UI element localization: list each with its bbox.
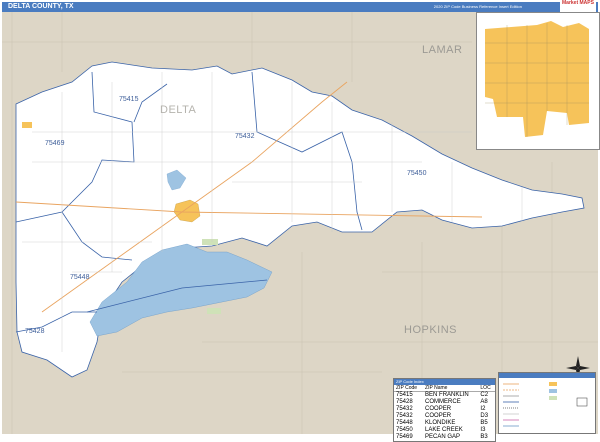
name-cell: LAKE CREEK — [425, 427, 463, 433]
loc-cell: D3 — [480, 413, 489, 419]
loc-cell: B5 — [480, 420, 488, 426]
table-row: 75428 COMMERCE A8 — [394, 399, 495, 406]
zip-cell: 75432 — [396, 413, 413, 419]
park-2 — [207, 308, 221, 314]
name-cell: COOPER — [425, 413, 452, 419]
zip-cell: 75450 — [396, 427, 413, 433]
zip-label: 75469 — [45, 140, 65, 147]
zip-code-index-table: ZIP Code Index ZIP Code ZIP Name LOC 754… — [393, 378, 496, 442]
loc-cell: I3 — [480, 427, 486, 433]
name-cell: PECAN GAP — [425, 434, 461, 440]
title-bar: DELTA COUNTY, TX 2020 ZIP Code Business … — [2, 2, 598, 12]
zip-cell: 75432 — [396, 406, 413, 412]
inset-map[interactable] — [476, 12, 600, 150]
edition-label: 2020 ZIP Code Business Reference Insert … — [433, 4, 522, 9]
table-row: 75432 COOPER I2 — [394, 406, 495, 413]
table-row: 75469 PECAN GAP B3 — [394, 434, 495, 441]
loc-cell: A8 — [480, 399, 488, 405]
county-label-lamar: LAMAR — [422, 44, 463, 56]
zip-cell: 75448 — [396, 420, 413, 426]
name-cell: COMMERCE — [425, 399, 461, 405]
zip-cell: 75428 — [396, 399, 413, 405]
loc-cell: I2 — [480, 406, 486, 412]
zip-label: 75428 — [25, 328, 45, 335]
name-cell: KLONDIKE — [425, 420, 456, 426]
zip-label: 75432 — [235, 133, 255, 140]
inset-graphic — [477, 13, 599, 149]
zip-cell: 75415 — [396, 392, 413, 398]
table-row: 75432 COOPER D3 — [394, 413, 495, 420]
table-row: 75450 LAKE CREEK I3 — [394, 427, 495, 434]
map-frame: DELTA COUNTY, TX 2020 ZIP Code Business … — [0, 0, 600, 442]
table-row: 75415 BEN FRANKLIN C2 — [394, 392, 495, 400]
brand-logo-text: Market MAPS — [562, 0, 594, 6]
name-cell: BEN FRANKLIN — [425, 392, 469, 398]
table-row: 75448 KLONDIKE B5 — [394, 420, 495, 427]
brand-logo: Market MAPS — [560, 0, 596, 12]
map-legend — [498, 372, 596, 434]
zip-label: 75448 — [70, 274, 90, 281]
county-label-delta: DELTA — [160, 104, 197, 116]
map-legend-symbols — [503, 382, 588, 427]
zip-code-index-grid: ZIP Code ZIP Name LOC 75415 BEN FRANKLIN C… — [394, 385, 495, 441]
zip-label: 75415 — [119, 96, 139, 103]
park-1 — [202, 239, 218, 245]
name-cell: COOPER — [425, 406, 452, 412]
loc-cell: C2 — [480, 392, 489, 398]
pecan-gap-city — [22, 122, 32, 128]
loc-cell: B3 — [480, 434, 488, 440]
zip-label: 75450 — [407, 170, 427, 177]
map-title: DELTA COUNTY, TX — [8, 3, 74, 10]
county-label-hopkins: HOPKINS — [404, 324, 458, 336]
zip-cell: 75469 — [396, 434, 413, 440]
